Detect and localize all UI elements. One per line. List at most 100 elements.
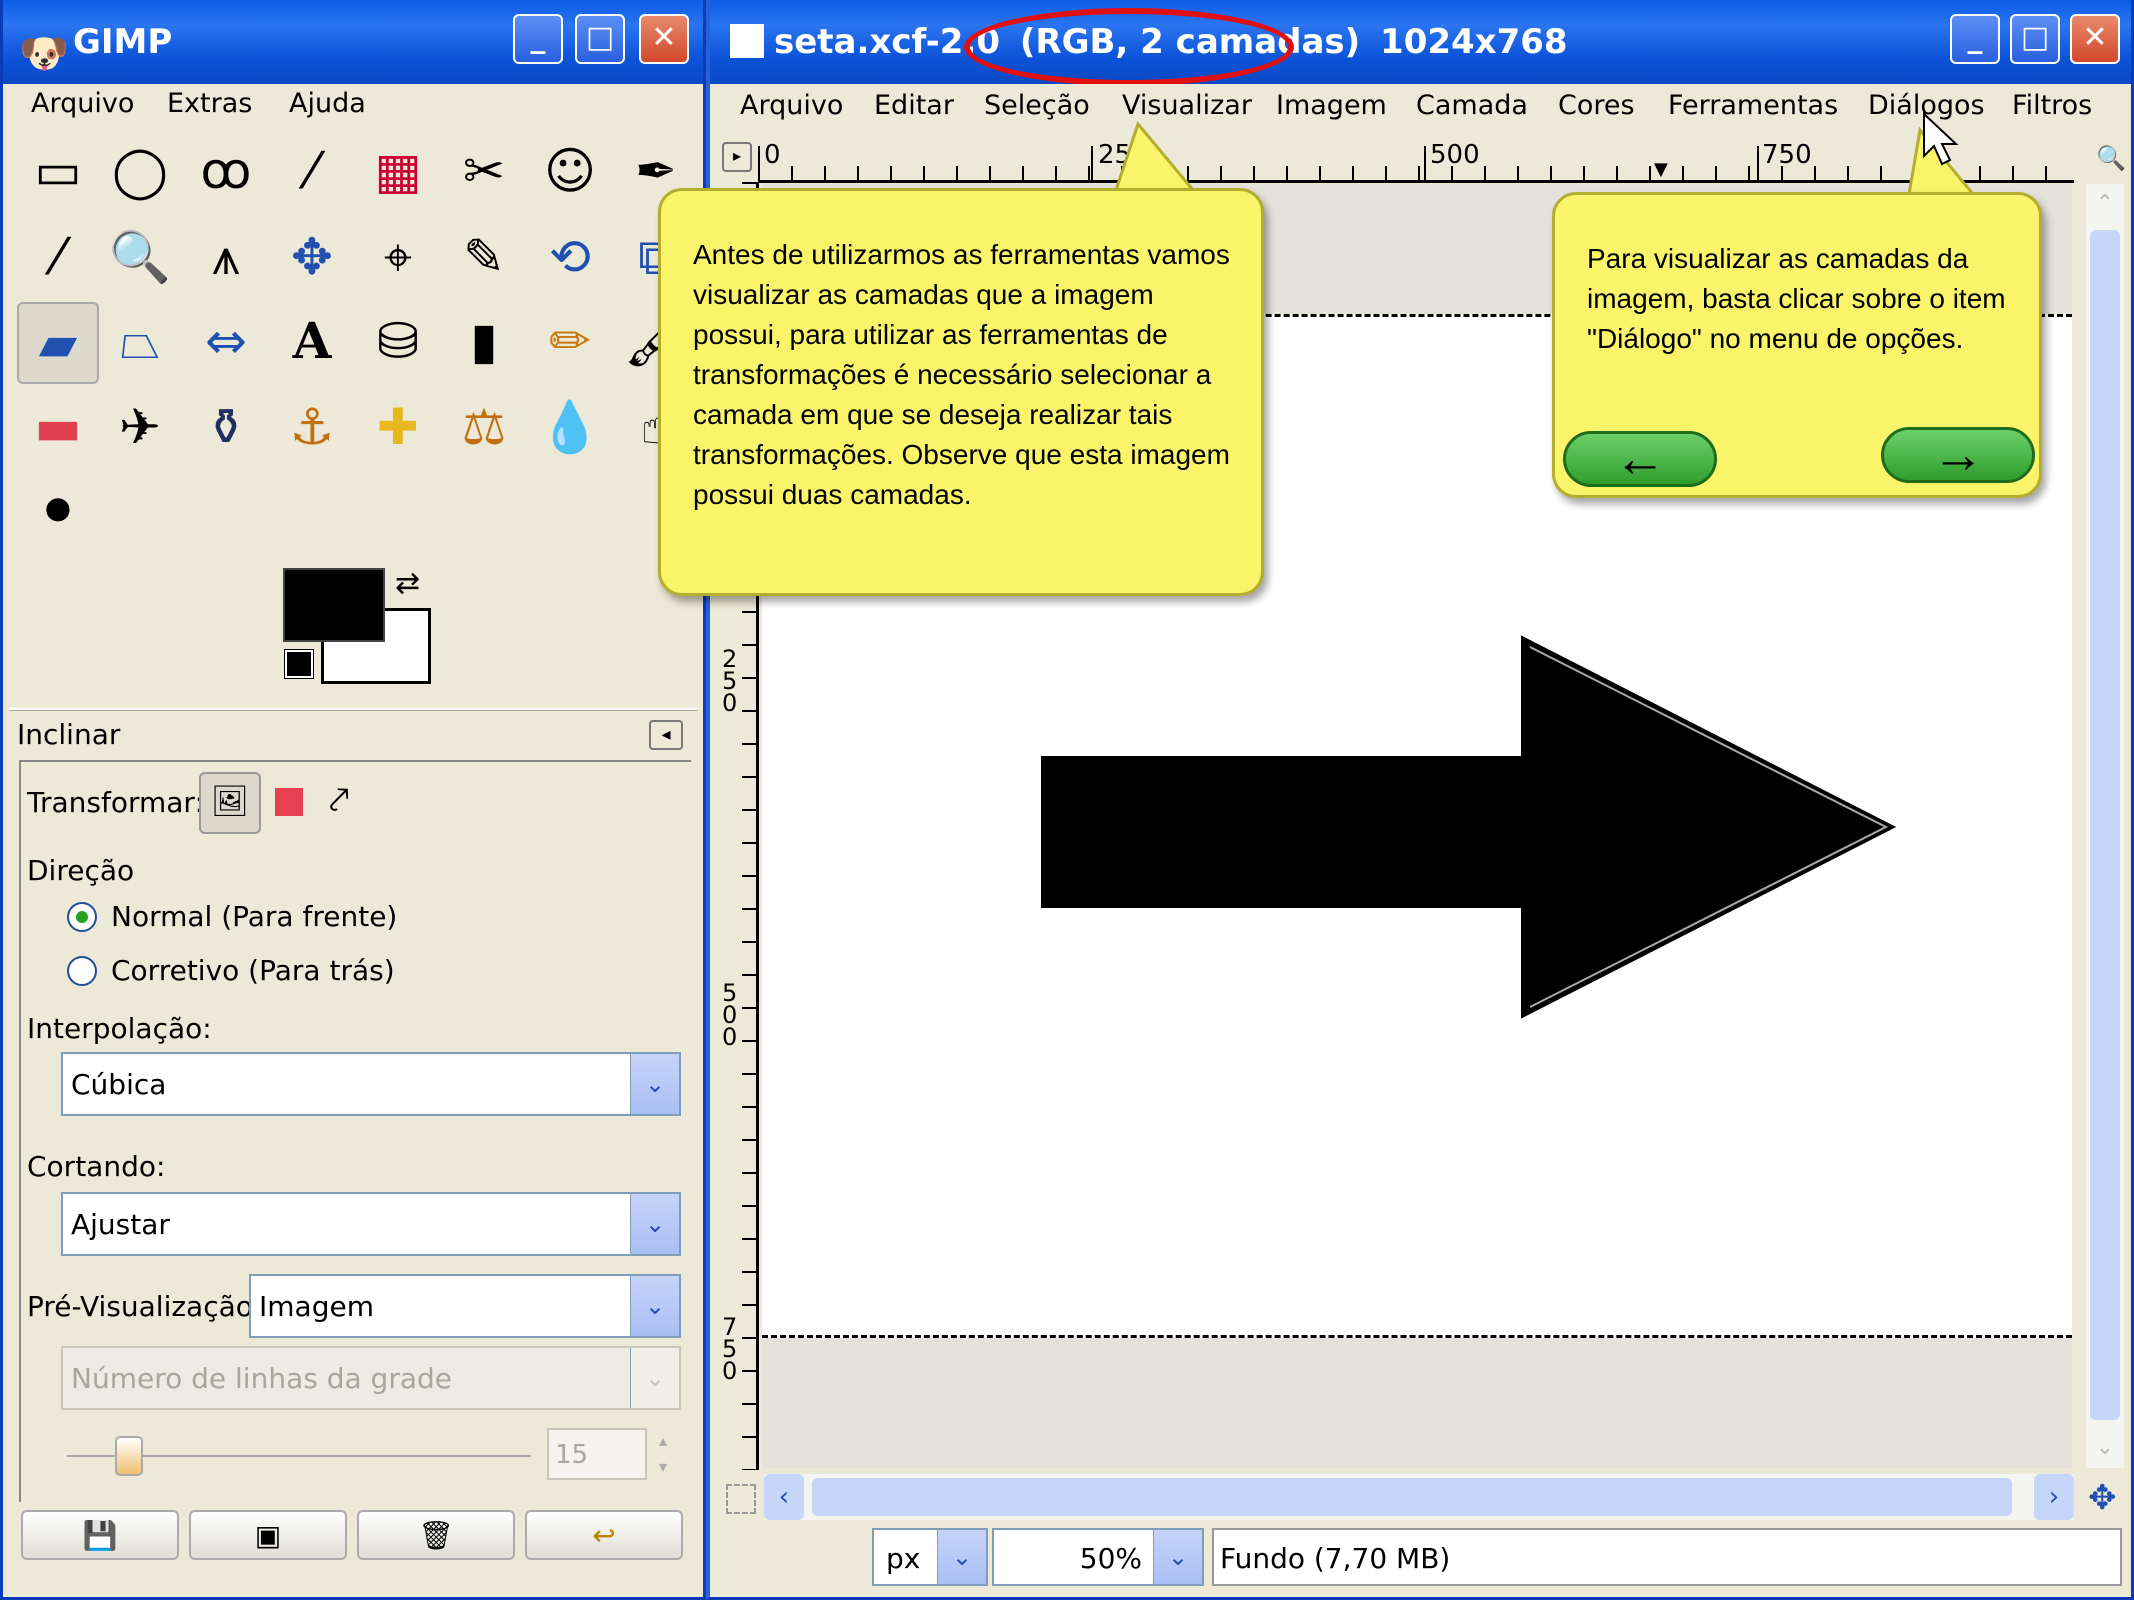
- pencil-icon[interactable]: ✏: [535, 306, 605, 376]
- window-menu-icon[interactable]: [730, 24, 764, 58]
- horizontal-scroll-thumb[interactable]: [812, 1478, 2012, 1516]
- ruler-corner-icon[interactable]: ▸: [722, 142, 752, 172]
- grid-lines-slider-handle[interactable]: [115, 1436, 143, 1476]
- minimize-button[interactable]: _: [1950, 14, 2000, 64]
- text-icon[interactable]: A: [277, 306, 347, 376]
- menu-cores[interactable]: Cores: [1558, 90, 1635, 121]
- clone-icon[interactable]: ⚓: [277, 392, 347, 462]
- chevron-down-icon: ⌄: [630, 1348, 679, 1408]
- ruler-h-label-750: 750: [1762, 140, 1812, 170]
- menu-ferramentas[interactable]: Ferramentas: [1668, 90, 1838, 121]
- airbrush-icon[interactable]: ✈: [105, 392, 175, 462]
- menu-arquivo[interactable]: Arquivo: [740, 90, 843, 121]
- minimize-button[interactable]: _: [513, 14, 563, 64]
- fuzzy-select-icon[interactable]: ⁄: [277, 136, 347, 206]
- navigate-icon[interactable]: ✥: [2088, 1478, 2117, 1518]
- interpolation-dropdown[interactable]: Cúbica ⌄: [61, 1052, 681, 1116]
- chevron-down-icon[interactable]: ⌄: [630, 1054, 679, 1114]
- spin-arrows-icon[interactable]: ▴ ▾: [651, 1428, 675, 1480]
- align-icon[interactable]: ⌖: [363, 222, 433, 292]
- restore-options-button[interactable]: ▣: [189, 1510, 347, 1560]
- menu-ajuda[interactable]: Ajuda: [289, 88, 366, 119]
- tutorial-bubble-2: Para visualizar as camadas da imagem, ba…: [1552, 192, 2042, 498]
- ruler-pointer-marker: ▼: [1654, 159, 1668, 180]
- radio-normal[interactable]: [67, 902, 97, 932]
- radio-corrective[interactable]: [67, 956, 97, 986]
- vertical-scrollbar[interactable]: ⌃ ⌄: [2086, 184, 2124, 1468]
- scroll-right-icon[interactable]: ›: [2034, 1474, 2074, 1520]
- default-colors-icon[interactable]: [284, 649, 314, 679]
- heal-icon[interactable]: ✚: [363, 392, 433, 462]
- blend-icon[interactable]: ▮: [449, 306, 519, 376]
- move-icon[interactable]: ✥: [277, 222, 347, 292]
- foreground-color-swatch[interactable]: [283, 568, 385, 642]
- menu-extras[interactable]: Extras: [167, 88, 252, 119]
- maximize-button[interactable]: □: [575, 14, 625, 64]
- color-picker-icon[interactable]: ⁄: [23, 222, 93, 292]
- chevron-down-icon[interactable]: ⌄: [630, 1276, 679, 1336]
- eraser-icon[interactable]: ▬: [23, 392, 93, 462]
- menu-arquivo[interactable]: Arquivo: [31, 88, 134, 119]
- color-select-icon[interactable]: ▦: [363, 136, 433, 206]
- unit-dropdown[interactable]: px ⌄: [872, 1528, 988, 1586]
- horizontal-scrollbar[interactable]: ‹ ›: [764, 1474, 2074, 1520]
- grid-lines-spinbox[interactable]: 15: [547, 1428, 647, 1480]
- zoom-icon[interactable]: 🔍: [105, 222, 175, 292]
- perspective-clone-icon[interactable]: ⚖: [449, 392, 519, 462]
- unit-value: px: [886, 1542, 921, 1575]
- ink-icon[interactable]: ⚱: [191, 392, 261, 462]
- scissors-icon[interactable]: ✂: [449, 136, 519, 206]
- transform-selection-icon[interactable]: [275, 788, 303, 816]
- vertical-scroll-thumb[interactable]: [2090, 230, 2120, 1420]
- close-button[interactable]: ✕: [639, 14, 689, 64]
- menu-selecao[interactable]: Seleção: [984, 90, 1090, 121]
- save-options-button[interactable]: 💾: [21, 1510, 179, 1560]
- chevron-down-icon[interactable]: ⌄: [937, 1530, 986, 1584]
- swap-colors-icon[interactable]: ⇄: [395, 566, 420, 601]
- horizontal-ruler[interactable]: 0 250 500 750 ▼: [758, 138, 2074, 183]
- blur-icon[interactable]: 💧: [535, 392, 605, 462]
- shear-icon[interactable]: ▰: [17, 302, 99, 384]
- foreground-select-icon[interactable]: ☺: [535, 136, 605, 206]
- lasso-icon[interactable]: ꝏ: [191, 136, 261, 206]
- perspective-icon[interactable]: ⏢: [105, 306, 175, 376]
- bucket-fill-icon[interactable]: ⛁: [363, 306, 433, 376]
- quick-mask-icon[interactable]: [726, 1484, 756, 1514]
- toolbox-titlebar[interactable]: 🐶 GIMP _ □ ✕: [3, 0, 703, 84]
- menu-camada[interactable]: Camada: [1416, 90, 1528, 121]
- image-titlebar[interactable]: seta.xcf-2.0 (RGB, 2 camadas) 1024x768 _…: [710, 0, 2131, 84]
- image-menubar: Arquivo Editar Seleção Visualizar Imagem…: [710, 84, 2131, 132]
- ruler-h-label-500: 500: [1430, 140, 1480, 170]
- reset-options-button[interactable]: ↩: [525, 1510, 683, 1560]
- tool-options-menu-icon[interactable]: ◂: [649, 720, 683, 750]
- delete-options-button[interactable]: 🗑: [357, 1510, 515, 1560]
- scroll-up-icon[interactable]: ⌃: [2086, 184, 2124, 224]
- menu-imagem[interactable]: Imagem: [1276, 90, 1387, 121]
- transform-layer-icon[interactable]: 🖼: [199, 772, 261, 834]
- maximize-button[interactable]: □: [2010, 14, 2060, 64]
- flip-icon[interactable]: ⇔: [191, 306, 261, 376]
- preview-dropdown[interactable]: Imagem ⌄: [249, 1274, 681, 1338]
- next-button[interactable]: →: [1881, 427, 2035, 483]
- radio-corrective-label[interactable]: Corretivo (Para trás): [111, 954, 395, 987]
- zoom-fit-icon[interactable]: 🔍: [2096, 144, 2126, 172]
- rotate-icon[interactable]: ⟲: [535, 222, 605, 292]
- menu-editar[interactable]: Editar: [874, 90, 954, 121]
- scroll-down-icon[interactable]: ⌄: [2086, 1428, 2124, 1468]
- back-button[interactable]: ←: [1563, 431, 1717, 487]
- zoom-dropdown[interactable]: 50% ⌄: [992, 1528, 1204, 1586]
- scroll-left-icon[interactable]: ‹: [764, 1474, 804, 1520]
- menu-visualizar[interactable]: Visualizar: [1122, 90, 1252, 121]
- clipping-dropdown[interactable]: Ajustar ⌄: [61, 1192, 681, 1256]
- measure-icon[interactable]: ⩚: [191, 222, 261, 292]
- transform-path-icon[interactable]: ⤤: [329, 780, 349, 822]
- chevron-down-icon[interactable]: ⌄: [1153, 1530, 1202, 1584]
- crop-icon[interactable]: ✎: [449, 222, 519, 292]
- close-button[interactable]: ✕: [2070, 14, 2120, 64]
- menu-filtros[interactable]: Filtros: [2012, 90, 2092, 121]
- radio-normal-label[interactable]: Normal (Para frente): [111, 900, 397, 933]
- rect-select-icon[interactable]: ▭: [23, 136, 93, 206]
- chevron-down-icon[interactable]: ⌄: [630, 1194, 679, 1254]
- ellipse-select-icon[interactable]: ◯: [105, 136, 175, 206]
- dodge-icon[interactable]: ⚫: [23, 476, 93, 546]
